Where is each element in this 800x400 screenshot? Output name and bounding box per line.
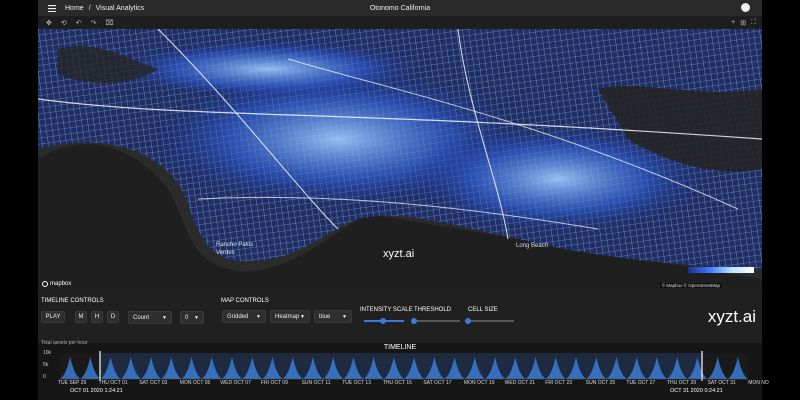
timeline-date-tick: WED OCT 07 xyxy=(220,380,251,386)
breadcrumb: Home / Visual Analytics xyxy=(65,5,144,12)
timeline-date-tick: SAT OCT 17 xyxy=(423,380,452,386)
cell-size-slider-track[interactable] xyxy=(468,320,514,322)
controls-panel: TIMELINE CONTROLS PLAY M H D Count ▼ 0 ▼ M… xyxy=(38,291,762,343)
intensity-slider-handle[interactable] xyxy=(380,318,386,324)
threshold-slider-handle[interactable] xyxy=(411,318,417,324)
period-month-button[interactable]: M xyxy=(75,311,87,323)
map-toolbar: ✥ ⟲ ↶ ↷ ⌧ + ⊞ ⛶ xyxy=(38,16,762,29)
grid-mode-select[interactable]: Gridded ▼ xyxy=(222,310,266,323)
map-label-long-beach: Long Beach xyxy=(516,243,549,249)
undo-icon[interactable]: ↶ xyxy=(76,19,82,27)
mapbox-icon xyxy=(42,281,48,287)
timeline-controls-label: TIMELINE CONTROLS xyxy=(41,298,104,304)
timeline-start-date: OCT 01 2020 1:24:21 xyxy=(70,388,123,394)
timeline-date-tick: TUE SEP 29 xyxy=(58,380,87,386)
page-title: Otonomo California xyxy=(369,4,431,12)
timeline-date-tick: MON OCT 05 xyxy=(179,380,211,386)
timeline-end-date: OCT 31 2020 0:24:21 xyxy=(670,388,723,394)
threshold-slider-track[interactable] xyxy=(414,320,460,322)
chevron-down-icon: ▼ xyxy=(256,314,261,320)
play-button[interactable]: PLAY xyxy=(41,311,65,323)
breadcrumb-home[interactable]: Home xyxy=(65,5,84,12)
timeline-date-tick: THU OCT 29 xyxy=(667,380,697,386)
breadcrumb-visual-analytics[interactable]: Visual Analytics xyxy=(96,5,145,12)
map-watermark: xyzt.ai xyxy=(383,248,415,260)
cell-size-label: CELL SIZE xyxy=(468,307,498,313)
timeline-date-tick: TUE OCT 27 xyxy=(626,380,656,386)
timeline-date-tick: FRI OCT 23 xyxy=(545,380,573,386)
rotate-icon[interactable]: ⟲ xyxy=(61,19,67,27)
timeline-date-tick: SAT OCT 03 xyxy=(139,380,168,386)
breadcrumb-separator: / xyxy=(88,4,91,12)
map-label-palos-verdes: Rancho Palos Verdes xyxy=(216,242,254,256)
timeline-date-tick: TUE OCT 13 xyxy=(342,380,371,386)
timeline-date-tick: SAT OCT 31 xyxy=(707,380,736,386)
timeline-date-tick: SUN OCT 25 xyxy=(585,380,616,386)
timeline-date-tick: THU OCT 15 xyxy=(382,380,412,386)
brand-logo: xyzt.ai xyxy=(707,307,756,326)
redo-icon[interactable]: ↷ xyxy=(91,19,97,27)
timeline-date-tick: MON NO xyxy=(748,380,769,386)
palette-select[interactable]: blue ▼ xyxy=(314,310,352,323)
timeline-date-tick: THU OCT 01 xyxy=(98,380,128,386)
timeline-date-tick: SUN OCT 11 xyxy=(301,380,331,386)
timeline-histogram[interactable] xyxy=(38,343,762,400)
user-account-icon[interactable] xyxy=(741,3,750,12)
chevron-down-icon: ▼ xyxy=(300,314,305,320)
mapbox-logo[interactable]: mapbox xyxy=(42,281,71,287)
offset-select[interactable]: 0 ▼ xyxy=(180,311,204,324)
cell-size-slider-handle[interactable] xyxy=(465,318,471,324)
zoom-in-icon[interactable]: + xyxy=(731,19,735,27)
chevron-down-icon: ▼ xyxy=(194,315,199,321)
chevron-down-icon: ▼ xyxy=(162,315,167,321)
timeline-date-tick: WED OCT 21 xyxy=(504,380,536,386)
timeline-date-tick: MON OCT 19 xyxy=(464,380,495,386)
app-header: Home / Visual Analytics Otonomo Californ… xyxy=(38,0,762,16)
intensity-legend xyxy=(688,267,754,273)
grid-icon[interactable]: ⊞ xyxy=(740,19,746,27)
hamburger-menu-icon[interactable] xyxy=(45,4,59,12)
fullscreen-icon[interactable]: ⛶ xyxy=(751,19,756,27)
chevron-down-icon: ▼ xyxy=(342,314,347,320)
period-day-button[interactable]: D xyxy=(107,311,119,323)
viz-mode-select[interactable]: Heatmap ▼ xyxy=(270,310,310,323)
heatmap-map[interactable]: Rancho Palos Verdes Long Beach xyzt.ai ma… xyxy=(38,29,762,291)
period-hour-button[interactable]: H xyxy=(91,311,103,323)
map-controls-label: MAP CONTROLS xyxy=(221,298,269,304)
timeline-date-tick: FRI OCT 09 xyxy=(261,380,288,386)
metric-select[interactable]: Count ▼ xyxy=(128,311,172,324)
reset-view-icon[interactable]: ⌧ xyxy=(106,19,114,27)
pan-icon[interactable]: ✥ xyxy=(46,19,52,27)
map-attribution[interactable]: © Mapbox © OpenStreetMap xyxy=(659,283,722,288)
threshold-label: THRESHOLD xyxy=(414,307,452,313)
intensity-scale-label: INTENSITY SCALE xyxy=(360,307,413,313)
timeline-panel: Total assets per hour TIMELINE 10k 5k 0 … xyxy=(38,340,769,400)
